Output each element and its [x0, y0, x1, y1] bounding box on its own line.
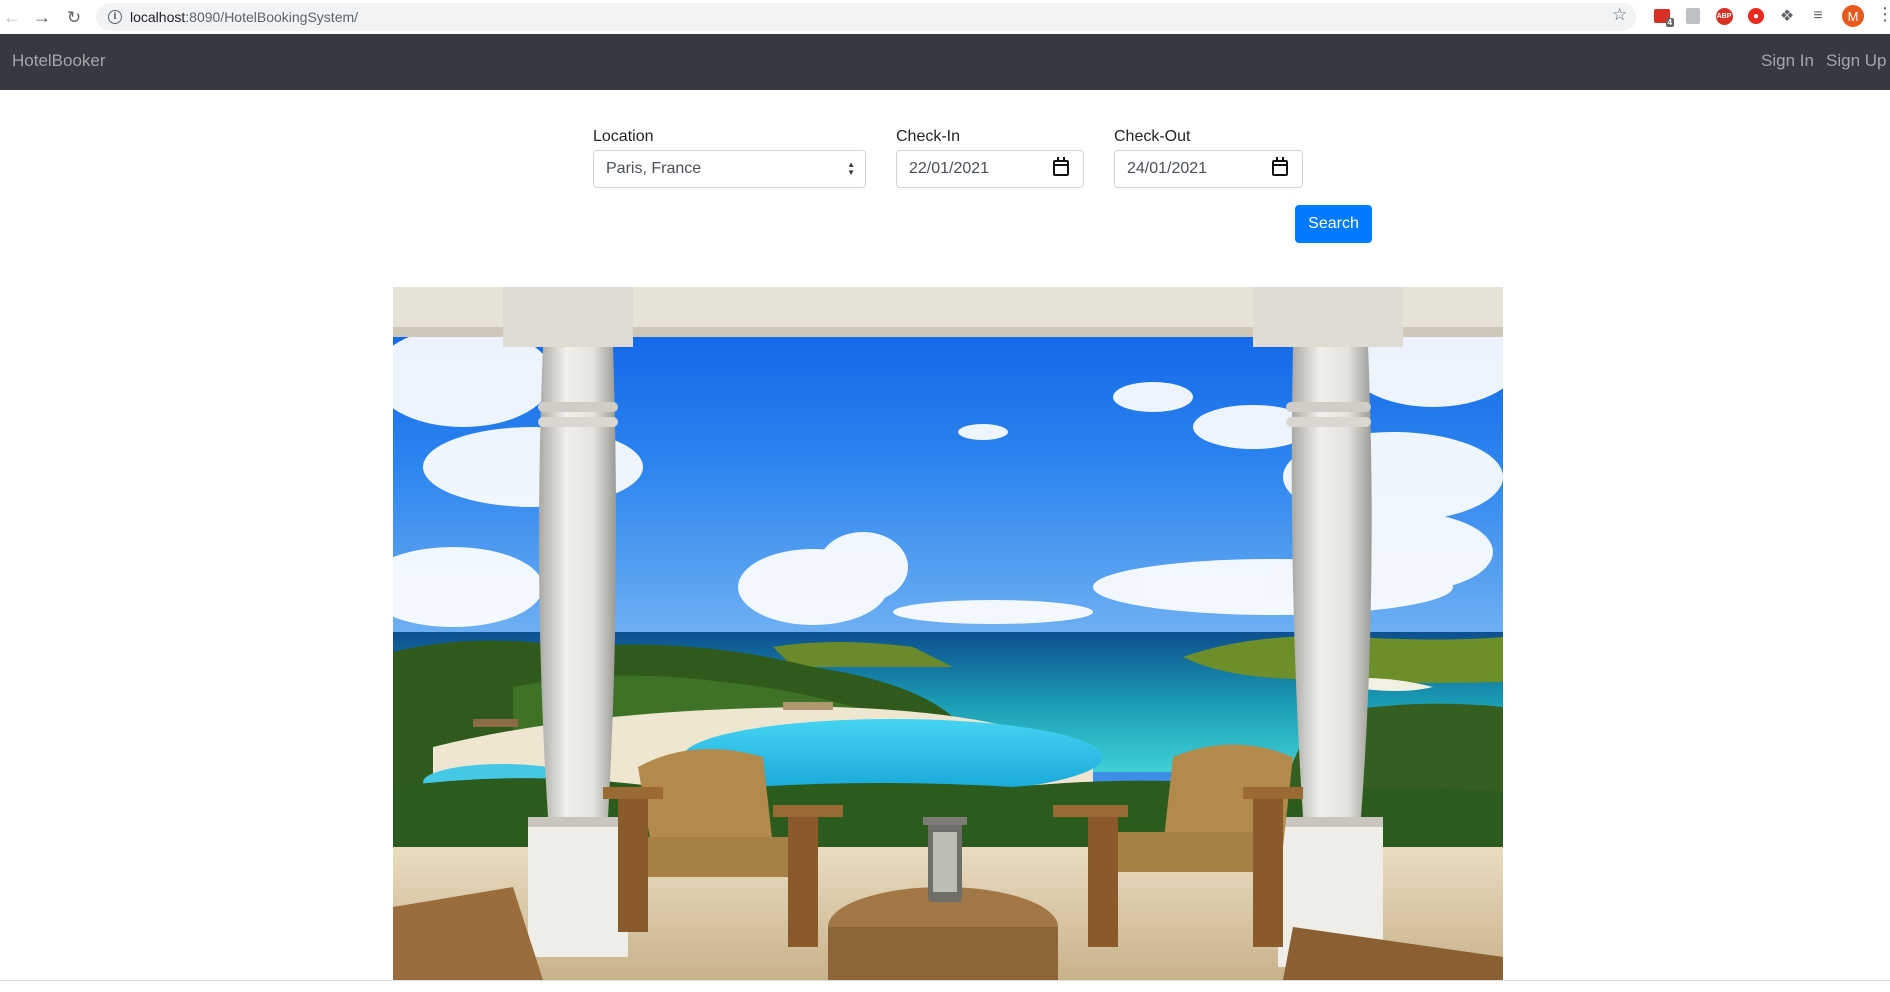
profile-avatar[interactable]: M — [1842, 5, 1864, 27]
location-value: Paris, France — [606, 160, 702, 177]
navbar: HotelBooker Sign In Sign Up — [0, 34, 1890, 90]
extension-icon[interactable] — [1683, 6, 1703, 26]
reading-list-icon[interactable]: ≡ — [1808, 6, 1828, 26]
reload-icon[interactable]: ↻ — [62, 6, 86, 28]
brand-link[interactable]: HotelBooker — [12, 51, 106, 71]
hero-image — [393, 287, 1503, 980]
back-icon[interactable]: ← — [0, 6, 24, 28]
select-arrows-icon: ▲ ▼ — [847, 160, 855, 177]
address-bar[interactable]: i localhost:8090/HotelBookingSystem/ — [96, 3, 1636, 31]
location-select[interactable]: Paris, France ▲ ▼ — [593, 150, 866, 188]
puzzle-icon[interactable]: ❖ — [1777, 6, 1797, 26]
extension-icon[interactable]: 4 — [1652, 6, 1674, 27]
url-host: localhost — [130, 9, 186, 25]
forward-icon[interactable]: → — [30, 6, 54, 28]
adblock-icon[interactable]: ABP — [1714, 6, 1734, 26]
location-label: Location — [593, 128, 654, 145]
sign-in-link[interactable]: Sign In — [1761, 51, 1814, 71]
checkout-label: Check-Out — [1114, 128, 1191, 145]
extension-icon[interactable]: ● — [1746, 6, 1766, 26]
checkout-value: 24/01/2021 — [1127, 160, 1208, 177]
adblock-label: ABP — [1715, 7, 1733, 25]
terrace-ocean-view-image — [393, 287, 1503, 980]
menu-icon[interactable]: ⋮ — [1876, 5, 1890, 23]
extension-badge: 4 — [1665, 18, 1674, 27]
page-bottom-divider — [0, 980, 1890, 981]
search-button[interactable]: Search — [1295, 205, 1372, 243]
calendar-icon[interactable] — [1053, 157, 1069, 176]
star-icon[interactable]: ☆ — [1612, 5, 1627, 25]
info-icon[interactable]: i — [108, 10, 122, 24]
sign-up-link[interactable]: Sign Up — [1826, 51, 1886, 71]
checkin-label: Check-In — [896, 128, 961, 145]
url-text[interactable]: localhost:8090/HotelBookingSystem/ — [130, 9, 358, 25]
browser-toolbar: ← → ↻ i localhost:8090/HotelBookingSyste… — [0, 0, 1890, 35]
checkout-date-input[interactable]: 24/01/2021 — [1114, 150, 1303, 188]
checkin-date-input[interactable]: 22/01/2021 — [896, 150, 1084, 188]
calendar-icon[interactable] — [1272, 157, 1288, 176]
checkin-value: 22/01/2021 — [909, 160, 990, 177]
url-path: :8090/HotelBookingSystem/ — [185, 9, 359, 25]
